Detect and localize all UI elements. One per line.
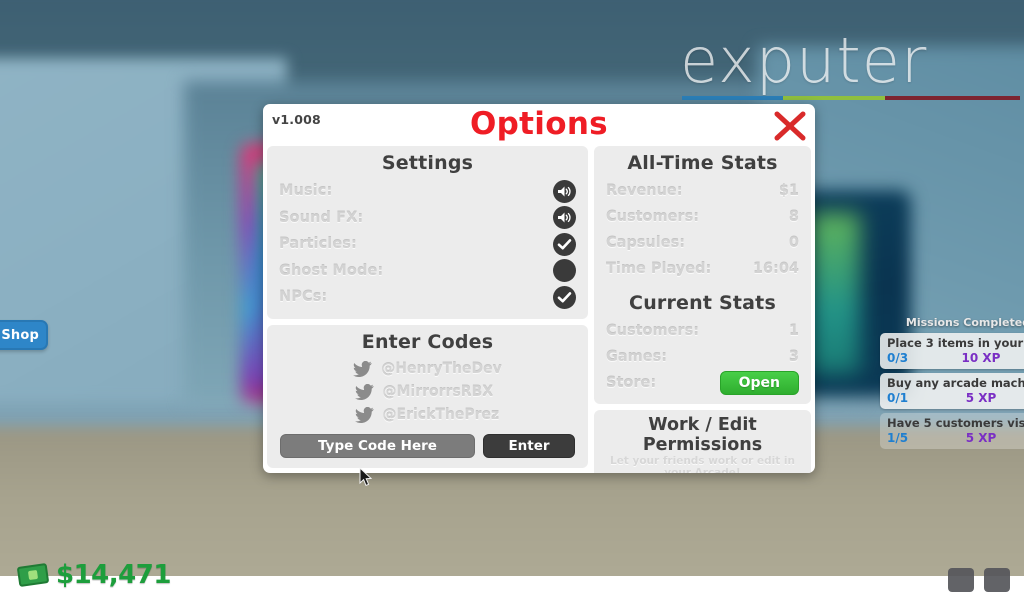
stat-value: 8: [789, 209, 799, 225]
setting-row-ghost-mode: Ghost Mode:: [279, 258, 576, 285]
stat-label: Customers:: [606, 209, 789, 225]
background-arcade-machine-teal-glow: [809, 213, 860, 374]
options-modal: v1.008 Options Settings Music:: [263, 104, 815, 473]
missions-panel-title: Missions Completed: [880, 316, 1024, 329]
hud-bottom-right-icons: [948, 568, 1010, 592]
current-stats-list: Customers: 1 Games: 3 Store: Open: [606, 318, 799, 396]
stats-card: All-Time Stats Revenue: $1 Customers: 8 …: [594, 146, 811, 404]
stat-label: Store:: [606, 375, 720, 391]
settings-card: Settings Music: Sound FX:: [267, 146, 588, 319]
stat-row-time-played: Time Played: 16:04: [606, 256, 799, 282]
setting-label: NPCs:: [279, 289, 553, 305]
all-time-stats-title: All-Time Stats: [606, 152, 799, 174]
stat-label: Games:: [606, 349, 789, 365]
stat-row-customers: Customers: 8: [606, 204, 799, 230]
enter-codes-card: Enter Codes @HenryTheDev: [267, 325, 588, 469]
permissions-subtitle: Let your friends work or edit in your Ar…: [604, 455, 801, 473]
mission-progress: 0/1: [887, 391, 927, 405]
mission-progress: 1/5: [887, 431, 927, 445]
twitter-handle: @HenryTheDev: [381, 361, 501, 377]
mission-item[interactable]: Place 3 items in your arcade! 0/3 10 XP: [880, 333, 1024, 369]
shop-icon[interactable]: [984, 568, 1010, 592]
empty-circle-icon[interactable]: [553, 259, 576, 282]
twitter-handle-row: @ErickThePrez: [279, 404, 576, 427]
stat-label: Time Played:: [606, 261, 753, 277]
mission-progress: 0/3: [887, 351, 927, 365]
stat-label: Customers:: [606, 323, 789, 339]
twitter-handle-list: @HenryTheDev @MirrorrsRBX: [279, 358, 576, 427]
setting-row-sound-fx: Sound FX:: [279, 205, 576, 232]
mission-item[interactable]: Buy any arcade machine! 0/1 5 XP: [880, 373, 1024, 409]
stat-row-revenue: Revenue: $1: [606, 178, 799, 204]
twitter-handle: @MirrorrsRBX: [383, 384, 501, 400]
to-shop-button[interactable]: To Shop: [0, 320, 48, 350]
enter-codes-title: Enter Codes: [279, 331, 576, 353]
stat-value: $1: [779, 183, 799, 199]
check-icon[interactable]: [553, 286, 576, 309]
speaker-on-icon[interactable]: [553, 180, 576, 203]
settings-list: Music: Sound FX:: [279, 178, 576, 311]
stat-label: Capsules:: [606, 235, 789, 251]
setting-label: Ghost Mode:: [279, 263, 553, 279]
current-stats-title: Current Stats: [606, 292, 799, 314]
stat-value: 1: [789, 323, 799, 339]
enter-code-button[interactable]: Enter: [483, 434, 575, 458]
mission-xp-reward: 5 XP: [927, 431, 1024, 445]
mission-xp-reward: 5 XP: [927, 391, 1024, 405]
twitter-handle: @ErickThePrez: [383, 407, 501, 423]
twitter-icon: [355, 384, 374, 400]
twitter-icon: [355, 407, 374, 423]
setting-label: Sound FX:: [279, 210, 553, 226]
modal-left-column: Settings Music: Sound FX:: [267, 146, 588, 468]
stat-row-current-customers: Customers: 1: [606, 318, 799, 344]
stat-row-capsules: Capsules: 0: [606, 230, 799, 256]
permissions-title: Work / Edit Permissions: [604, 415, 801, 455]
code-input[interactable]: [280, 434, 475, 458]
store-open-button[interactable]: Open: [720, 371, 799, 395]
mission-progress-row: 0/1 5 XP: [887, 391, 1024, 405]
missions-panel: Missions Completed Place 3 items in your…: [880, 316, 1024, 453]
setting-row-music: Music:: [279, 178, 576, 205]
mission-xp-reward: 10 XP: [927, 351, 1024, 365]
check-icon[interactable]: [553, 233, 576, 256]
inventory-icon[interactable]: [948, 568, 974, 592]
code-entry-row: Enter: [279, 434, 576, 458]
settings-title: Settings: [279, 152, 576, 174]
page-title: Options: [263, 106, 815, 142]
modal-right-column: All-Time Stats Revenue: $1 Customers: 8 …: [594, 146, 811, 468]
mission-progress-row: 0/3 10 XP: [887, 351, 1024, 365]
money-amount: $14,471: [56, 560, 171, 590]
twitter-handle-row: @HenryTheDev: [279, 358, 576, 381]
setting-label: Particles:: [279, 236, 553, 252]
stat-value: 3: [789, 349, 799, 365]
stat-row-current-games: Games: 3: [606, 344, 799, 370]
setting-row-npcs: NPCs:: [279, 284, 576, 311]
mission-description: Place 3 items in your arcade!: [887, 336, 1024, 350]
mission-progress-row: 1/5 5 XP: [887, 431, 1024, 445]
setting-label: Music:: [279, 183, 553, 199]
setting-row-particles: Particles:: [279, 231, 576, 258]
close-icon[interactable]: [773, 110, 807, 142]
money-display: $14,471: [18, 560, 171, 590]
all-time-stats-list: Revenue: $1 Customers: 8 Capsules: 0 Tim…: [606, 178, 799, 282]
modal-header: v1.008 Options: [263, 104, 815, 148]
mission-description: Have 5 customers visit!: [887, 416, 1024, 430]
modal-body: Settings Music: Sound FX:: [263, 146, 815, 473]
twitter-handle-row: @MirrorrsRBX: [279, 381, 576, 404]
stat-value: 0: [789, 235, 799, 251]
twitter-icon: [353, 361, 372, 377]
money-icon: [17, 563, 49, 587]
permissions-card: Work / Edit Permissions Let your friends…: [594, 410, 811, 473]
mission-description: Buy any arcade machine!: [887, 376, 1024, 390]
mission-item[interactable]: Have 5 customers visit! 1/5 5 XP: [880, 413, 1024, 449]
stat-value: 16:04: [753, 261, 799, 277]
speaker-on-icon[interactable]: [553, 206, 576, 229]
stat-label: Revenue:: [606, 183, 779, 199]
stat-row-store: Store: Open: [606, 370, 799, 396]
